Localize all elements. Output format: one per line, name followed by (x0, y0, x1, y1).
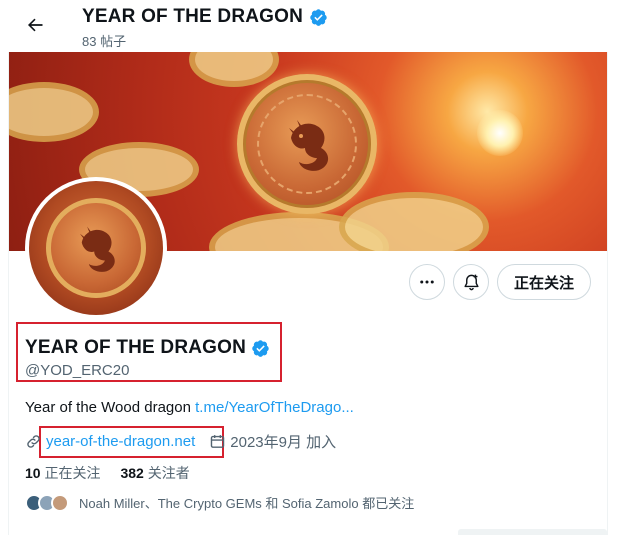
link-icon (25, 433, 42, 450)
more-horizontal-icon (420, 280, 434, 284)
bio-telegram-link[interactable]: t.me/YearOfTheDrago... (195, 399, 354, 416)
following-button[interactable]: 正在关注 (497, 264, 591, 300)
back-button[interactable] (18, 8, 52, 42)
cloud-ornament-icon (189, 52, 279, 87)
user-handle: @YOD_ERC20 (25, 362, 130, 379)
arrow-left-icon (28, 18, 43, 32)
following-stat[interactable]: 10 正在关注 (25, 463, 100, 483)
dragon-coin-icon (237, 74, 377, 214)
sun-glow-icon (477, 110, 523, 156)
following-count: 10 (25, 465, 41, 481)
post-count: 83 帖子 (82, 34, 127, 49)
profile-meta-row: year-of-the-dragon.net 2023年9月 加入 (25, 431, 336, 452)
verified-badge-icon[interactable] (251, 339, 270, 358)
profile-bio: Year of the Wood dragon t.me/YearOfTheDr… (25, 399, 354, 416)
calendar-icon (209, 433, 226, 450)
header-title-row: YEAR OF THE DRAGON (82, 6, 328, 28)
profile-avatar[interactable] (25, 177, 167, 319)
followers-label: 关注者 (147, 465, 190, 481)
website-link[interactable]: year-of-the-dragon.net (46, 433, 195, 450)
profile-header-bar: YEAR OF THE DRAGON 83 帖子 (0, 0, 630, 52)
verified-badge-icon (309, 8, 328, 27)
bell-plus-icon (463, 274, 479, 290)
more-options-button[interactable] (409, 264, 445, 300)
bottom-scroll-indicator (458, 529, 607, 535)
bio-text: Year of the Wood dragon (25, 399, 196, 416)
notifications-button[interactable] (453, 264, 489, 300)
column-border-right (607, 52, 608, 535)
follow-stats-row: 10 正在关注 382 关注者 (25, 463, 190, 483)
cloud-ornament-icon (9, 82, 99, 142)
display-name-row: YEAR OF THE DRAGON (25, 337, 270, 359)
display-name: YEAR OF THE DRAGON (25, 337, 247, 358)
mutual-avatars (25, 493, 69, 512)
dragon-emblem-icon (46, 198, 146, 298)
mutual-followers-text: Noah Miller、The Crypto GEMs 和 Sofia Zamo… (79, 496, 415, 511)
join-date: 2023年9月 加入 (230, 434, 337, 451)
following-label: 正在关注 (44, 465, 101, 481)
followers-count: 382 (120, 465, 144, 481)
cloud-ornament-icon (339, 192, 489, 251)
avatar (51, 493, 69, 512)
header-title: YEAR OF THE DRAGON (82, 6, 304, 27)
mutual-followers-row[interactable]: Noah Miller、The Crypto GEMs 和 Sofia Zamo… (25, 493, 414, 512)
followers-stat[interactable]: 382 关注者 (120, 463, 189, 483)
